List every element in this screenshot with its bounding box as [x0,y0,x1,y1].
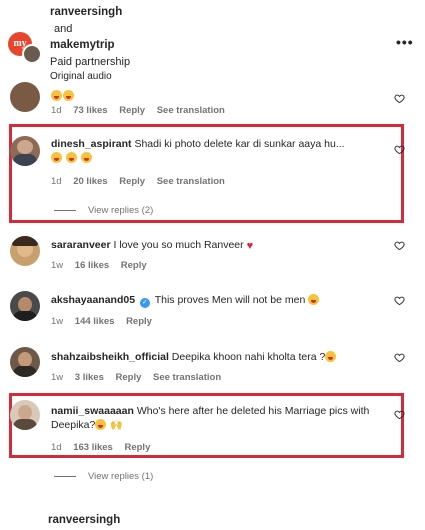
raised-hands-emoji: 🙌 [110,420,123,431]
header-and: and [54,23,73,35]
comment-meta: 1d 20 likes Reply See translation [51,176,234,187]
comment-item: dinesh_aspirant Shadi ki photo delete ka… [0,132,425,220]
comment-likes[interactable]: 20 likes [73,176,107,187]
comment-meta: 1d 73 likes Reply See translation [51,105,234,116]
reply-button[interactable]: Reply [116,372,142,383]
comment-item: sararanveer I love you so much Ranveer ♥… [0,232,425,282]
comment-username[interactable]: shahzaibsheikh_official [51,351,169,363]
more-options-icon[interactable]: ••• [396,35,416,49]
original-audio-link[interactable]: Original audio [50,71,112,82]
comment-text: I love you so much Ranveer [113,239,244,251]
paid-partnership-label[interactable]: Paid partnership [50,56,130,68]
comment-username[interactable]: akshayaanand05 [51,294,135,306]
view-replies-button[interactable]: View replies (1) [54,471,153,482]
comment-text: Shadi ki photo delete kar di sunkar aaya… [134,138,345,150]
comment-meta: 1w 3 likes Reply See translation [51,372,230,383]
post-header: my ranveersingh and makemytrip Paid part… [0,0,425,88]
comment-likes[interactable]: 16 likes [75,260,109,271]
commenter-avatar[interactable] [10,236,40,266]
header-username-1[interactable]: ranveersingh [50,6,122,18]
see-translation-button[interactable]: See translation [157,176,225,187]
like-heart-icon[interactable] [394,409,405,420]
see-translation-button[interactable]: See translation [157,105,225,116]
comment-item: namii_swaaaaan Who's here after he delet… [0,397,425,487]
reply-button[interactable]: Reply [126,316,152,327]
commenter-avatar[interactable] [10,136,40,166]
comment-body: namii_swaaaaan Who's here after he delet… [51,404,386,433]
comment-item: 1d 73 likes Reply See translation [0,82,425,124]
like-heart-icon[interactable] [394,352,405,363]
view-replies-label: View replies (2) [88,205,154,216]
comment-time: 1d [51,442,62,453]
view-replies-button[interactable]: View replies (2) [54,205,153,216]
comment-time: 1d [51,176,62,187]
view-replies-label: View replies (1) [88,471,154,482]
reply-button[interactable]: Reply [121,260,147,271]
replies-divider [54,209,76,211]
like-heart-icon[interactable] [394,144,405,155]
comment-body: akshayaanand05 ✓ This proves Men will no… [51,293,381,308]
reply-button[interactable]: Reply [119,105,145,116]
comment-time: 1w [51,316,64,327]
comment-item: akshayaanand05 ✓ This proves Men will no… [0,287,425,337]
ranveer-avatar [22,44,42,64]
commenter-avatar[interactable] [10,400,40,430]
comment-body: dinesh_aspirant Shadi ki photo delete ka… [51,137,381,165]
comment-body: shahzaibsheikh_official Deepika khoon na… [51,350,381,364]
comment-time: 1d [51,105,62,116]
replies-divider [54,475,76,477]
collab-avatar[interactable]: my [6,28,44,66]
commenter-avatar[interactable] [10,82,40,112]
red-heart-emoji: ♥ [246,240,254,252]
like-heart-icon[interactable] [394,93,405,104]
comment-username[interactable]: sararanveer [51,239,111,251]
comment-username[interactable]: namii_swaaaaan [51,405,134,417]
verified-badge-icon: ✓ [139,298,150,308]
comment-time: 1w [51,260,64,271]
see-translation-button[interactable]: See translation [153,372,221,383]
header-username-2[interactable]: makemytrip [50,39,115,51]
comment-meta: 1d 163 likes Reply [51,442,159,453]
caption-username[interactable]: ranveersingh [48,514,120,526]
comment-likes[interactable]: 163 likes [73,442,113,453]
comment-time: 1w [51,372,64,383]
comment-emoji [51,90,75,102]
reply-button[interactable]: Reply [119,176,145,187]
comment-text: This proves Men will not be men [154,294,306,306]
comment-item: shahzaibsheikh_official Deepika khoon na… [0,344,425,392]
reply-button[interactable]: Reply [124,442,150,453]
comment-meta: 1w 16 likes Reply [51,260,156,271]
comment-likes[interactable]: 144 likes [75,316,115,327]
comment-likes[interactable]: 3 likes [75,372,104,383]
comment-likes[interactable]: 73 likes [73,105,107,116]
commenter-avatar[interactable] [10,347,40,377]
like-heart-icon[interactable] [394,295,405,306]
commenter-avatar[interactable] [10,291,40,321]
comment-username[interactable]: dinesh_aspirant [51,138,132,150]
comment-meta: 1w 144 likes Reply [51,316,161,327]
comment-body: sararanveer I love you so much Ranveer ♥ [51,238,381,253]
like-heart-icon[interactable] [394,240,405,251]
comment-text: Deepika khoon nahi kholta tera ? [171,351,326,363]
